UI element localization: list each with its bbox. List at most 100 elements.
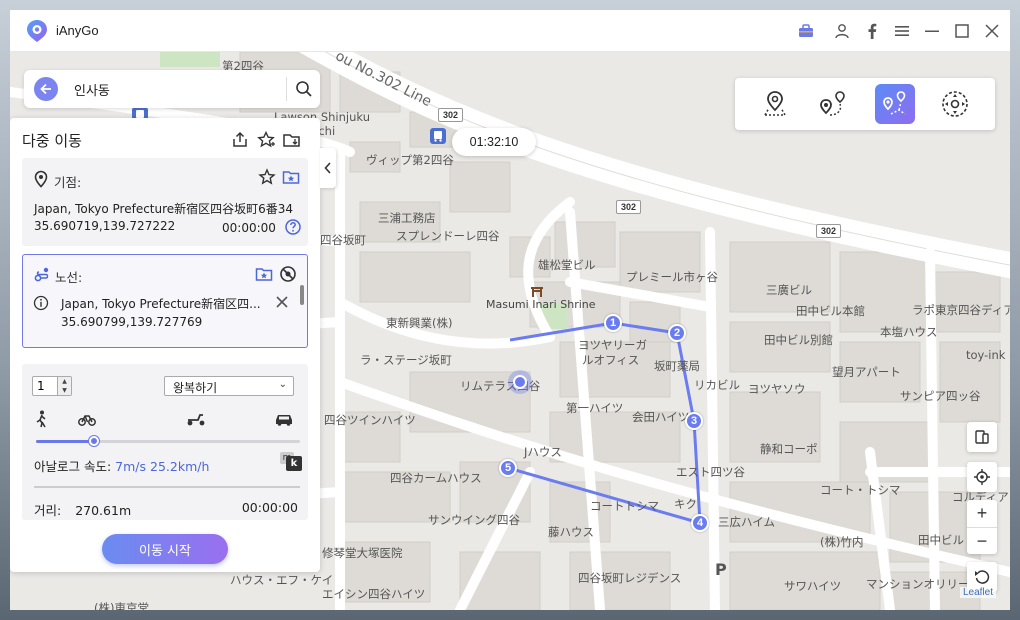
clear-route-icon[interactable] — [279, 265, 297, 283]
map-label: 四谷坂町レジデンス — [578, 571, 682, 585]
waypoint-marker[interactable]: 5 — [499, 459, 517, 477]
collapse-panel-button[interactable] — [320, 148, 336, 188]
divider — [34, 486, 300, 488]
map-label: 四谷カームハウス — [390, 471, 482, 485]
start-time: 00:00:00 — [222, 221, 276, 235]
facebook-icon[interactable] — [862, 21, 882, 41]
waypoint-marker[interactable]: 4 — [691, 514, 709, 532]
maximize-icon[interactable] — [952, 21, 972, 41]
mode-selector — [735, 78, 995, 130]
device-icon — [975, 430, 989, 444]
map-label: Jハウス — [524, 445, 562, 459]
export-icon[interactable] — [230, 130, 250, 150]
movement-settings: 1 ▲▼ 왕복하기 ⌄ 아날로그 속도: 7m/s 25.2km/h m k — [22, 364, 308, 520]
road-shield: 302 — [616, 200, 642, 214]
map-label: ハウス・エフ・ケイ — [230, 573, 334, 587]
map-label: 坂町薬局 — [654, 359, 700, 373]
map-label: toy-ink — [966, 348, 1006, 362]
zoom-in-button[interactable]: + — [967, 500, 997, 527]
elapsed-timer: 01:32:10 — [452, 128, 536, 156]
toolbox-icon[interactable] — [796, 21, 816, 41]
map-label: 田中ビル別館 — [764, 333, 833, 347]
map-label: 会田ハイツ — [632, 410, 690, 424]
search-divider — [286, 77, 287, 101]
route-mode-value: 왕복하기 — [173, 381, 218, 395]
two-spot-icon — [820, 91, 845, 116]
map-label: サワハイツ — [784, 579, 842, 593]
repeat-count-input[interactable]: 1 ▲ ▼ — [32, 376, 72, 396]
chevron-down-icon: ⌄ — [278, 379, 287, 390]
favorite-add-icon[interactable] — [256, 130, 276, 150]
map-label: (株)竹内 — [820, 535, 864, 549]
map-label: エイシン四谷ハイツ — [322, 587, 426, 601]
walk-icon[interactable] — [34, 410, 50, 428]
zoom-out-button[interactable]: − — [967, 527, 997, 554]
map-label: リカビル — [694, 378, 740, 392]
teleport-mode-button[interactable] — [755, 84, 795, 124]
zoom-control: + − — [967, 500, 997, 554]
back-button[interactable] — [34, 77, 58, 101]
speed-slider[interactable] — [36, 436, 300, 446]
crosshair-icon — [974, 469, 990, 485]
locate-me-button[interactable] — [967, 462, 997, 492]
waypoint-marker[interactable]: 1 — [604, 314, 622, 332]
speed-slider-handle[interactable] — [89, 436, 100, 446]
help-icon[interactable] — [284, 218, 302, 236]
start-point-card: 기점: Japan, Tokyo Prefecture新宿区四谷坂町6番34 3… — [22, 158, 308, 246]
start-label: 기점: — [54, 175, 82, 190]
import-folder-icon[interactable] — [282, 130, 302, 150]
map-label: エスト四ツ谷 — [676, 465, 745, 479]
bus-stop-icon — [430, 128, 446, 144]
map-label: プレミール市ヶ谷 — [626, 270, 718, 284]
map-label: マンションオリリー — [866, 577, 970, 591]
map-label: 修琴堂大塚医院 — [322, 546, 403, 560]
close-icon[interactable] — [982, 21, 1002, 41]
joystick-mode-button[interactable] — [935, 84, 975, 124]
user-icon[interactable] — [832, 21, 852, 41]
list-scrollbar[interactable] — [300, 285, 304, 305]
map-label: 第一ハイツ — [566, 401, 624, 415]
multi-spot-mode-button[interactable] — [875, 84, 915, 124]
scooter-icon[interactable] — [186, 412, 206, 426]
waypoint-marker[interactable]: 3 — [685, 412, 703, 430]
route-card: 노선: Japan, Tokyo Prefecture新宿区四... 35.69… — [22, 254, 308, 348]
device-button[interactable] — [967, 422, 997, 452]
bicycle-icon[interactable] — [78, 412, 96, 426]
map-label: ルオフィス — [582, 353, 640, 367]
unit-toggle[interactable]: m k — [280, 452, 302, 471]
undo-icon — [975, 570, 990, 584]
map-label: 田中ビル本館 — [796, 304, 865, 318]
start-moving-button[interactable]: 이동 시작 — [102, 534, 228, 564]
menu-icon[interactable] — [892, 21, 912, 41]
current-location-marker[interactable] — [508, 370, 532, 394]
search-icon[interactable] — [294, 79, 314, 99]
map-label: サンピア四ッ谷 — [900, 389, 981, 403]
car-icon[interactable] — [274, 411, 294, 427]
waypoint-marker[interactable]: 2 — [668, 324, 686, 342]
map-label: 望月アパート — [832, 365, 901, 379]
count-stepper[interactable]: ▲ ▼ — [57, 377, 71, 395]
folder-star-icon[interactable] — [282, 168, 300, 186]
route-label: 노선: — [55, 270, 83, 285]
distance-readout: 거리: 270.61m — [34, 500, 131, 519]
remove-waypoint-icon[interactable] — [275, 295, 289, 309]
road-shield: 302 — [438, 108, 464, 122]
road-shield: 302 — [816, 224, 842, 238]
arrow-left-icon — [40, 83, 51, 95]
start-coords: 35.690719,139.727222 — [34, 219, 176, 233]
route-mode-select[interactable]: 왕복하기 ⌄ — [164, 376, 294, 396]
search-input[interactable] — [74, 73, 294, 105]
app-window: iAnyGo ou No.302 Line 302 302 302 第2四谷 L… — [10, 10, 1010, 610]
star-icon[interactable] — [258, 168, 276, 186]
app-logo-icon — [27, 20, 47, 42]
two-spot-mode-button[interactable] — [813, 84, 853, 124]
map-label: コート・トシマ — [820, 483, 901, 497]
map-label: 雄松堂ビル — [538, 258, 596, 272]
search-box — [24, 70, 320, 108]
route-coords: 35.690799,139.727769 — [61, 315, 203, 329]
map-label: 三浦工務店 — [378, 211, 436, 225]
folder-star-icon[interactable] — [255, 265, 273, 283]
map-label: ラ・ステージ坂町 — [360, 353, 452, 367]
minimize-icon[interactable] — [922, 21, 942, 41]
map-attribution[interactable]: Leaflet — [959, 587, 996, 598]
